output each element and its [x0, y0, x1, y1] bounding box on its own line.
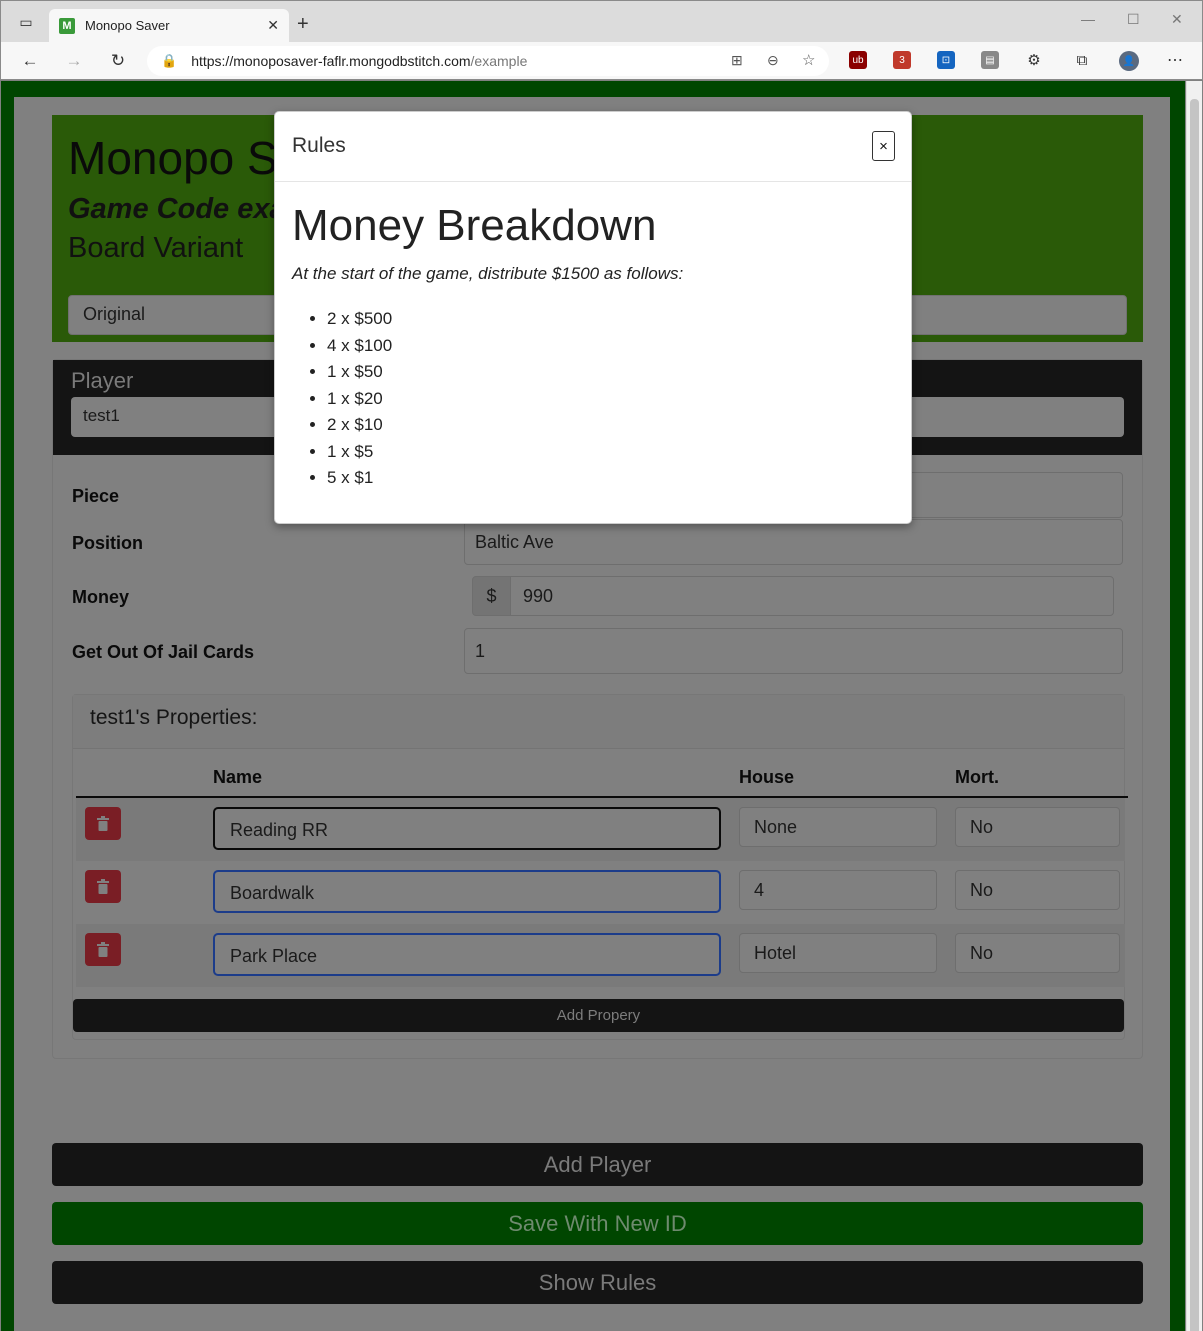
add-property-button[interactable]: Add Propery	[73, 999, 1124, 1032]
browser-chrome: ▭ M Monopo Saver ✕ + — ☐ ✕ ← → ↻ 🔒 https…	[0, 0, 1203, 80]
url-path: /example	[470, 53, 528, 69]
list-item: 1 x $20	[327, 386, 894, 413]
tab-bar: ▭ M Monopo Saver ✕ + — ☐ ✕	[1, 1, 1202, 42]
tab-close-icon[interactable]: ✕	[267, 17, 279, 34]
lock-icon: 🔒	[161, 53, 178, 68]
collections-extension-icon[interactable]: ▤	[981, 51, 999, 69]
property-mortgage-select[interactable]: No	[955, 807, 1120, 847]
extension-badge-count: 3	[899, 54, 905, 66]
nav-bar: ← → ↻ 🔒 https://monoposaver-faflr.mongod…	[1, 42, 1202, 80]
jail-cards-label: Get Out Of Jail Cards	[72, 642, 255, 662]
favicon-icon: M	[59, 17, 75, 34]
refresh-icon[interactable]: ↻	[107, 50, 129, 72]
trash-icon	[97, 816, 109, 831]
money-list: 2 x $500 4 x $100 1 x $50 1 x $20 2 x $1…	[292, 306, 894, 492]
position-select[interactable]: Baltic Ave	[464, 519, 1123, 565]
table-row: Park Place Hotel No	[76, 924, 1125, 987]
maximize-icon[interactable]: ☐	[1127, 11, 1140, 28]
property-mortgage-select[interactable]: No	[955, 933, 1120, 973]
save-new-id-button[interactable]: Save With New ID	[52, 1202, 1143, 1245]
zoom-icon[interactable]: ⊖	[767, 52, 779, 69]
reader-icon[interactable]: ⊡	[937, 51, 955, 69]
position-label: Position	[72, 533, 143, 553]
money-input[interactable]: 990	[510, 576, 1114, 616]
property-house-select[interactable]: 4	[739, 870, 937, 910]
list-item: 2 x $500	[327, 306, 894, 333]
delete-property-button[interactable]	[85, 933, 121, 966]
property-name-input[interactable]: Park Place	[213, 933, 721, 976]
show-rules-button[interactable]: Show Rules	[52, 1261, 1143, 1304]
property-name-input[interactable]: Reading RR	[213, 807, 721, 850]
tab-title: Monopo Saver	[85, 18, 170, 33]
collections-icon[interactable]: ⧉	[1073, 51, 1091, 69]
properties-panel: test1's Properties: Name House Mort. Rea…	[72, 694, 1128, 1040]
properties-heading: test1's Properties:	[73, 695, 1124, 749]
apps-icon[interactable]: ⊞	[731, 52, 743, 69]
favorite-icon[interactable]: ☆	[802, 51, 815, 69]
page-scrollbar[interactable]	[1186, 81, 1202, 1331]
back-icon[interactable]: ←	[19, 50, 41, 72]
money-breakdown-heading: Money Breakdown	[292, 201, 657, 250]
trash-icon	[97, 879, 109, 894]
property-house-select[interactable]: Hotel	[739, 933, 937, 973]
money-intro-text: At the start of the game, distribute $15…	[292, 264, 684, 283]
modal-header: Rules ×	[275, 112, 911, 182]
rules-modal: Rules × Money Breakdown At the start of …	[274, 111, 912, 524]
avatar[interactable]: 👤	[1119, 51, 1139, 71]
browser-tab[interactable]: M Monopo Saver ✕	[49, 9, 289, 42]
list-item: 1 x $5	[327, 439, 894, 466]
window-close-icon[interactable]: ✕	[1171, 11, 1183, 28]
delete-property-button[interactable]	[85, 807, 121, 840]
sidebar-toggle-icon[interactable]: ▭	[15, 11, 37, 33]
more-menu-icon[interactable]: ⋯	[1166, 51, 1184, 69]
property-mortgage-select[interactable]: No	[955, 870, 1120, 910]
extension-badge-icon[interactable]: 3	[893, 51, 911, 69]
extensions-icon[interactable]: ⚙	[1025, 51, 1043, 69]
table-row: Reading RR None No	[76, 798, 1125, 861]
money-currency-addon: $	[472, 576, 511, 616]
jail-cards-input[interactable]: 1	[464, 628, 1123, 674]
money-label: Money	[72, 587, 130, 607]
modal-title: Rules	[292, 134, 346, 157]
col-mort-header: Mort.	[955, 767, 999, 787]
url-host: https://monoposaver-faflr.mongodbstitch.…	[191, 53, 471, 69]
trash-icon	[97, 942, 109, 957]
add-player-button[interactable]: Add Player	[52, 1143, 1143, 1186]
new-tab-icon[interactable]: +	[297, 13, 309, 36]
property-name-input[interactable]: Boardwalk	[213, 870, 721, 913]
list-item: 5 x $1	[327, 465, 894, 492]
list-item: 2 x $10	[327, 412, 894, 439]
property-house-select[interactable]: None	[739, 807, 937, 847]
table-row: Boardwalk 4 No	[76, 861, 1125, 924]
delete-property-button[interactable]	[85, 870, 121, 903]
list-item: 4 x $100	[327, 333, 894, 360]
modal-body: Money Breakdown At the start of the game…	[275, 182, 911, 512]
col-name-header: Name	[213, 767, 263, 787]
forward-icon[interactable]: →	[63, 50, 85, 72]
col-house-header: House	[739, 767, 795, 787]
ublock-icon[interactable]: ub	[849, 51, 867, 69]
minimize-icon[interactable]: —	[1081, 11, 1095, 27]
list-item: 1 x $50	[327, 359, 894, 386]
address-bar[interactable]: 🔒 https://monoposaver-faflr.mongodbstitc…	[147, 46, 829, 76]
modal-close-button[interactable]: ×	[872, 131, 895, 161]
piece-label: Piece	[72, 486, 120, 506]
scrollbar-thumb[interactable]	[1190, 99, 1199, 1331]
